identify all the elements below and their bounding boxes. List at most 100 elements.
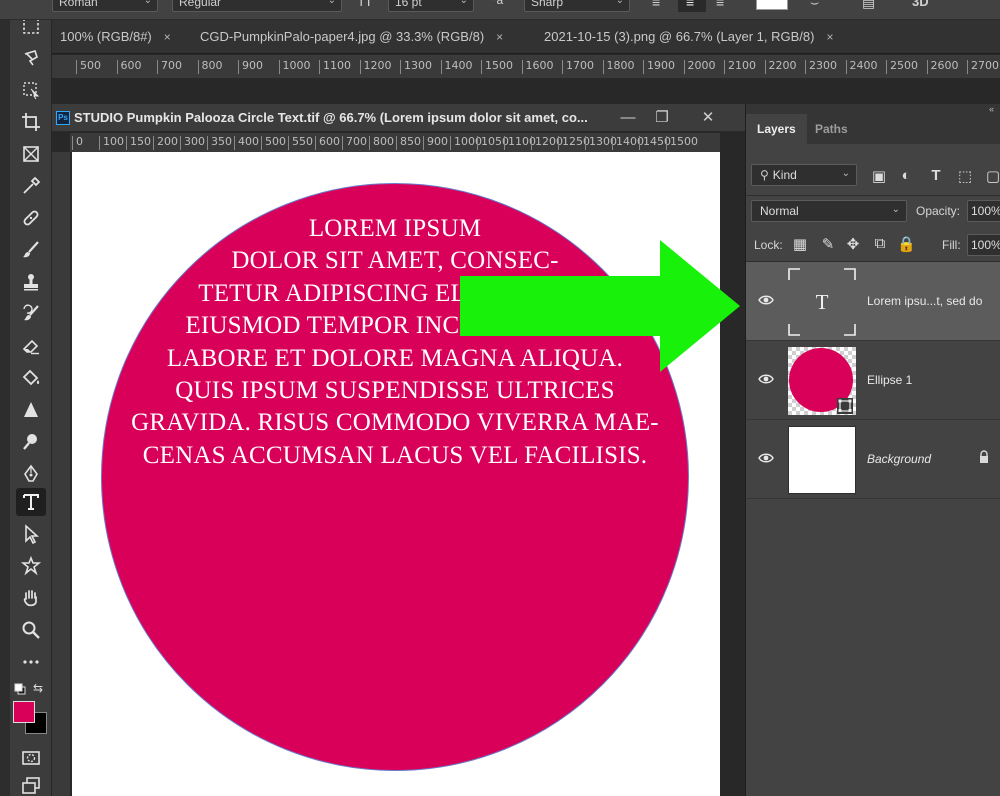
- layer-row-text[interactable]: T Lorem ipsu...t, sed do: [746, 262, 1000, 341]
- hand-tool-icon[interactable]: [16, 584, 46, 612]
- eraser-tool-icon[interactable]: [16, 332, 46, 360]
- ruler-tick-label: 550: [288, 136, 313, 150]
- layer-name[interactable]: Ellipse 1: [867, 373, 912, 387]
- visibility-eye-icon[interactable]: [758, 373, 774, 385]
- panel-tab-bar: Layers Paths: [746, 114, 1000, 144]
- background-layer-thumbnail: [788, 426, 856, 494]
- document-tab[interactable]: 100% (RGB/8#) ×: [52, 20, 179, 54]
- ruler-tick-label: 350: [207, 136, 232, 150]
- ruler-tick-label: 700: [157, 60, 182, 74]
- character-panel-icon[interactable]: ▤: [862, 0, 875, 11]
- font-size-select[interactable]: 16 pt ⌄: [388, 0, 474, 12]
- close-tab-icon[interactable]: ×: [826, 30, 833, 44]
- align-left-icon[interactable]: ≡: [652, 0, 660, 10]
- eyedropper-tool-icon[interactable]: [16, 172, 46, 200]
- restore-button[interactable]: ❐: [649, 107, 675, 129]
- crop-tool-icon[interactable]: [16, 108, 46, 136]
- align-center-icon: ≡: [686, 0, 695, 10]
- layer-row-background[interactable]: Background: [746, 420, 1000, 499]
- lock-all-icon[interactable]: 🔒: [897, 235, 916, 253]
- paint-bucket-tool-icon[interactable]: [16, 364, 46, 392]
- filter-smart-object-icon[interactable]: ▢: [984, 167, 1000, 185]
- close-window-button[interactable]: ✕: [695, 107, 721, 129]
- more-tools-icon[interactable]: [16, 648, 46, 676]
- visibility-eye-icon[interactable]: [758, 452, 774, 464]
- dodge-tool-icon[interactable]: [16, 428, 46, 456]
- ruler-tick-label: 2200: [764, 60, 797, 74]
- font-style-select[interactable]: Regular ⌄: [172, 0, 342, 12]
- close-tab-icon[interactable]: ×: [164, 30, 171, 44]
- fill-field[interactable]: 100%: [967, 234, 1000, 256]
- blend-mode-select[interactable]: Normal ⌄: [751, 200, 907, 222]
- ruler-tick-label: 1100: [319, 60, 351, 74]
- foreground-color-swatch[interactable]: [13, 701, 35, 723]
- collapse-panel-icon[interactable]: «: [989, 104, 994, 114]
- align-right-icon[interactable]: ≡: [716, 0, 724, 10]
- opacity-field[interactable]: 100%: [967, 200, 1000, 222]
- clone-stamp-tool-icon[interactable]: [16, 268, 46, 296]
- ruler-tick-label: 850: [396, 136, 421, 150]
- zoom-tool-icon[interactable]: [16, 616, 46, 644]
- blur-tool-icon[interactable]: [16, 396, 46, 424]
- type-tool-icon[interactable]: [16, 488, 46, 516]
- ruler-tick-label: 1200: [359, 60, 392, 74]
- document-tab[interactable]: CGD-PumpkinPalo-paper4.jpg @ 33.3% (RGB/…: [192, 20, 511, 54]
- quick-mask-icon[interactable]: [16, 744, 46, 772]
- document-tab[interactable]: 2021-10-15 (3).png @ 66.7% (Layer 1, RGB…: [536, 20, 841, 54]
- layer-row-ellipse[interactable]: Ellipse 1: [746, 341, 1000, 420]
- filter-shape-icon[interactable]: ⬚: [956, 167, 974, 185]
- custom-shape-tool-icon[interactable]: [16, 552, 46, 580]
- path-select-tool-icon[interactable]: [16, 520, 46, 548]
- tab-label: 2021-10-15 (3).png @ 66.7% (Layer 1, RGB…: [544, 29, 815, 44]
- ruler-tick-label: 800: [197, 60, 223, 74]
- default-colors-icon[interactable]: [14, 682, 26, 695]
- brush-tool-icon[interactable]: [16, 236, 46, 264]
- document-vertical-ruler: [52, 152, 70, 796]
- ruler-tick-label: 400: [234, 136, 259, 150]
- ruler-tick-label: 200: [153, 136, 178, 150]
- healing-brush-tool-icon[interactable]: [16, 204, 46, 232]
- filter-pixel-icon[interactable]: ▣: [870, 167, 888, 185]
- close-tab-icon[interactable]: ×: [496, 30, 503, 44]
- layer-name[interactable]: Lorem ipsu...t, sed do: [867, 294, 982, 308]
- anti-alias-select[interactable]: Sharp ⌄: [524, 0, 630, 12]
- object-select-tool-icon[interactable]: [16, 76, 46, 104]
- ruler-tick-label: 1700: [562, 60, 594, 74]
- frame-tool-icon[interactable]: [16, 140, 46, 168]
- lasso-tool-icon[interactable]: [16, 44, 46, 72]
- horizontal-ruler: 500 600 700 800 900 1000 1100 1200 1300 1400 1500 1…: [52, 55, 1000, 78]
- text-color-swatch[interactable]: [756, 0, 788, 10]
- lock-image-pixels-icon[interactable]: ✎: [819, 235, 837, 253]
- workspace-gap: [720, 132, 745, 796]
- font-family-select[interactable]: Roman ⌄: [52, 0, 158, 12]
- swap-colors-icon[interactable]: ⇆: [33, 681, 47, 695]
- minimize-button[interactable]: —: [615, 107, 641, 129]
- screen-mode-icon[interactable]: [16, 772, 46, 796]
- warp-text-icon[interactable]: ⌣: [810, 0, 819, 11]
- layer-name[interactable]: Background: [867, 452, 931, 466]
- document-tab-bar: 100% (RGB/8#) × CGD-PumpkinPalo-paper4.jp…: [52, 20, 1000, 54]
- align-center-button[interactable]: ≡: [678, 0, 706, 12]
- 3d-icon[interactable]: 3D: [912, 0, 929, 9]
- font-size-icon: тT: [358, 0, 373, 9]
- ruler-tick-label: 1900: [643, 60, 675, 74]
- ruler-tick-label: 2700: [967, 60, 999, 74]
- text-line: QUIS IPSUM SUSPENDISSE ULTRICES: [175, 377, 615, 405]
- tab-layers[interactable]: Layers: [746, 114, 807, 144]
- filter-kind-select[interactable]: ⚲ Kind ⌄: [751, 164, 857, 186]
- lock-artboard-icon[interactable]: ⧉: [871, 235, 889, 252]
- lock-position-icon[interactable]: ✥: [844, 235, 862, 253]
- document-title-bar[interactable]: Ps STUDIO Pumpkin Palooza Circle Text.ti…: [52, 104, 745, 132]
- lock-transparent-pixels-icon[interactable]: ▦: [791, 235, 809, 253]
- visibility-eye-icon[interactable]: [758, 294, 774, 306]
- tab-paths[interactable]: Paths: [804, 114, 859, 144]
- anti-alias-icon: ªa: [492, 0, 504, 7]
- ruler-tick-label: 700: [342, 136, 367, 150]
- filter-type-icon[interactable]: T: [927, 167, 945, 184]
- ruler-tick-label: 1300: [400, 60, 432, 74]
- pen-tool-icon[interactable]: [16, 460, 46, 488]
- panel-collapse-strip: [0, 20, 10, 796]
- history-brush-tool-icon[interactable]: [16, 300, 46, 328]
- options-bar: Roman ⌄ Regular ⌄ тT 16 pt ⌄ ªa Sharp ⌄ ≡ ≡ …: [0, 0, 1000, 20]
- filter-adjustment-icon[interactable]: ◐: [897, 167, 915, 184]
